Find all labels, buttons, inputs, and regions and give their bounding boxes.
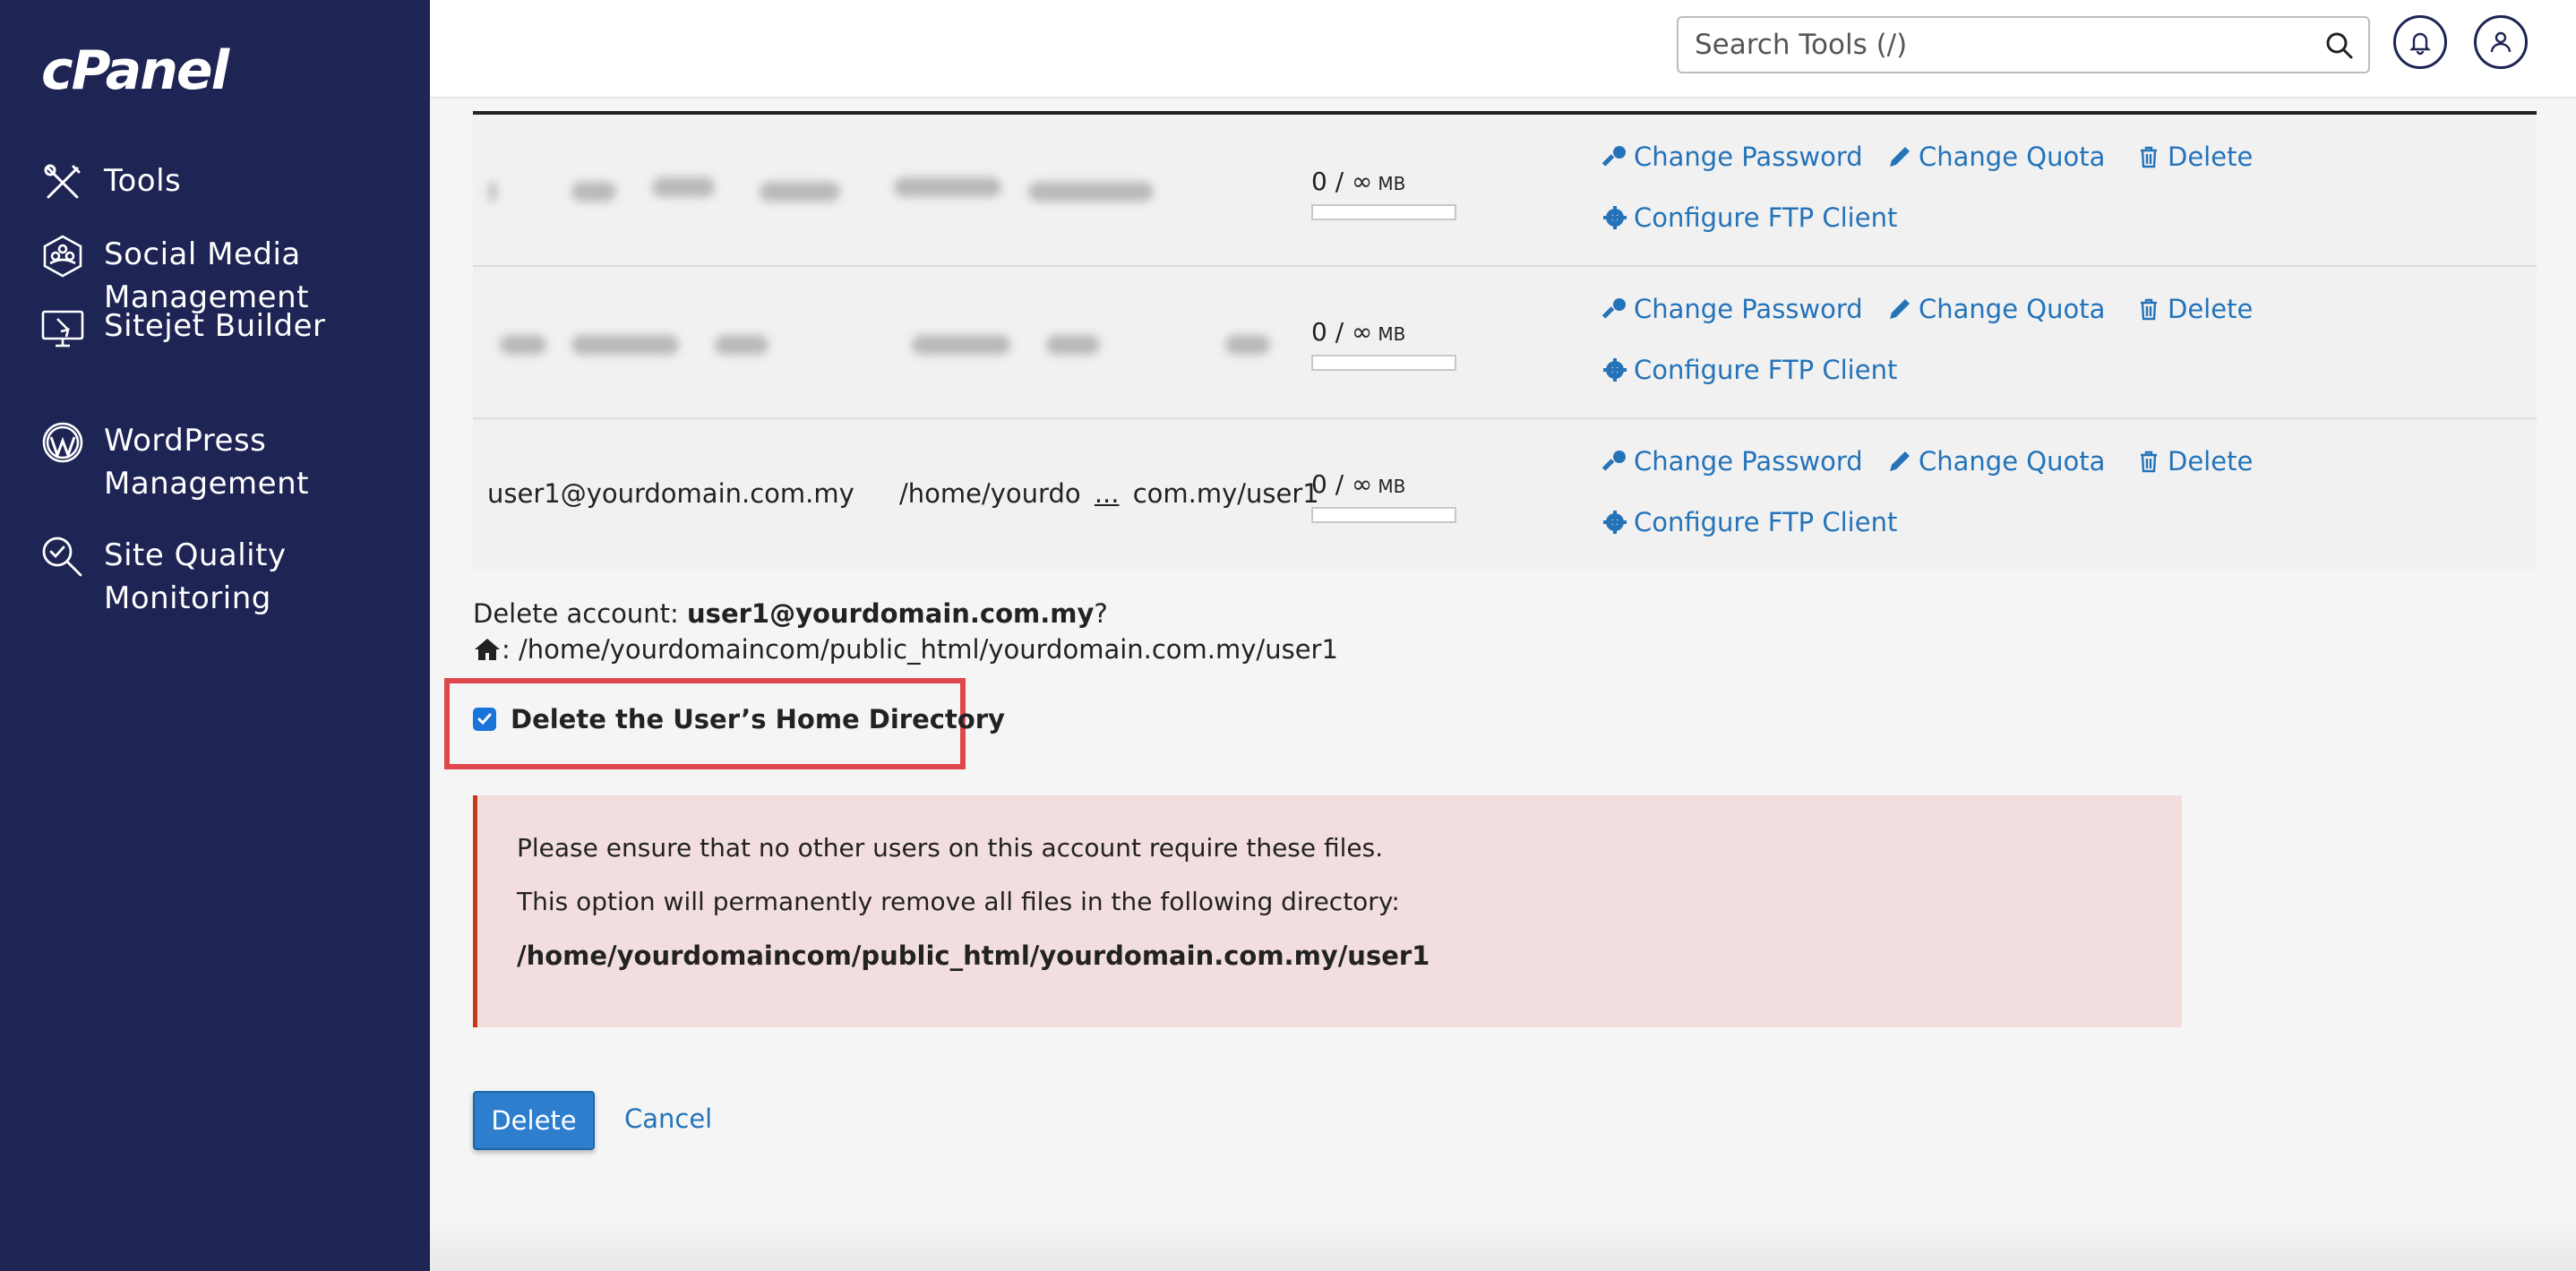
blurred-directory bbox=[894, 177, 1001, 197]
pencil-icon bbox=[1890, 299, 1910, 319]
quota-text: 0 / ∞ MB bbox=[1311, 167, 1406, 196]
alert-line-1: Please ensure that no other users on thi… bbox=[517, 833, 1384, 863]
configure-ftp-link[interactable]: Configure FTP Client bbox=[1601, 202, 1897, 233]
change-password-link[interactable]: Change Password bbox=[1601, 142, 1863, 172]
delete-home-directory-option[interactable]: Delete the User’s Home Directory bbox=[473, 704, 1005, 734]
sidebar-item-tools[interactable]: Tools bbox=[39, 159, 408, 206]
change-quota-link[interactable]: Change Quota bbox=[1886, 142, 2105, 172]
sidebar-item-label: Site Quality Monitoring bbox=[104, 537, 287, 616]
directory-cell: /home/yourdo ... com.my/user1 bbox=[899, 478, 1319, 509]
gear-icon bbox=[1603, 358, 1627, 382]
quota-progress-bar bbox=[1311, 204, 1456, 220]
username-cell: user1@yourdomain.com.my bbox=[487, 478, 854, 509]
search-box[interactable] bbox=[1677, 16, 2370, 73]
sidebar-item-site-quality[interactable]: Site Quality Monitoring bbox=[39, 534, 408, 620]
sidebar-item-sitejet[interactable]: Sitejet Builder bbox=[39, 305, 408, 351]
sidebar-item-label: WordPress Management bbox=[104, 423, 309, 502]
sidebar-item-label: Sitejet Builder bbox=[104, 308, 326, 344]
pencil-icon bbox=[1890, 451, 1910, 471]
delete-account-prompt: Delete account: user1@yourdomain.com.my? bbox=[473, 598, 1108, 629]
configure-ftp-link[interactable]: Configure FTP Client bbox=[1601, 507, 1897, 537]
blurred-username bbox=[500, 335, 546, 355]
quota-progress-bar bbox=[1311, 507, 1456, 523]
bottom-shadow bbox=[430, 1218, 2576, 1271]
warning-alert: Please ensure that no other users on thi… bbox=[473, 795, 2182, 1027]
gear-icon bbox=[1603, 206, 1627, 229]
checkmark-icon bbox=[477, 713, 492, 726]
wordpress-icon bbox=[39, 419, 86, 466]
key-icon bbox=[1601, 146, 1626, 167]
cpanel-logo[interactable]: cPanel bbox=[41, 39, 229, 102]
delete-link[interactable]: Delete bbox=[2135, 294, 2253, 324]
sidebar: cPanel Tools Social Media Management Sit… bbox=[0, 0, 430, 1271]
quota-text: 0 / ∞ MB bbox=[1311, 469, 1406, 499]
sidebar-item-wordpress[interactable]: WordPress Management bbox=[39, 419, 408, 505]
gear-icon bbox=[1603, 511, 1627, 534]
bell-icon bbox=[2409, 32, 2431, 56]
sitejet-icon bbox=[39, 305, 86, 351]
quota-text: 0 / ∞ MB bbox=[1311, 317, 1406, 347]
search-icon[interactable] bbox=[2323, 30, 2356, 62]
alert-line-2: This option will permanently remove all … bbox=[517, 887, 1400, 916]
key-icon bbox=[1601, 451, 1626, 471]
trash-icon bbox=[2141, 146, 2157, 168]
cancel-link[interactable]: Cancel bbox=[624, 1104, 712, 1134]
tools-icon bbox=[39, 159, 86, 206]
home-directory-path: : /home/yourdomaincom/public_html/yourdo… bbox=[473, 634, 1338, 665]
user-icon bbox=[2490, 31, 2512, 53]
checkbox-label[interactable]: Delete the User’s Home Directory bbox=[511, 704, 1005, 734]
account-name: user1@yourdomain.com.my bbox=[687, 598, 1095, 629]
notifications-button[interactable] bbox=[2393, 15, 2447, 69]
top-header bbox=[430, 0, 2576, 99]
table-row: 0 / ∞ MB Change Password Change Quota Del… bbox=[473, 115, 2537, 267]
blurred-username bbox=[489, 182, 496, 202]
user-menu-button[interactable] bbox=[2474, 15, 2528, 69]
change-quota-link[interactable]: Change Quota bbox=[1886, 446, 2105, 477]
search-input[interactable] bbox=[1679, 18, 2297, 72]
blurred-directory bbox=[912, 335, 1010, 355]
social-media-icon bbox=[39, 233, 86, 279]
alert-directory-path: /home/yourdomaincom/public_html/yourdoma… bbox=[517, 940, 1430, 971]
delete-link[interactable]: Delete bbox=[2135, 446, 2253, 477]
table-row: 0 / ∞ MB Change Password Change Quota Del… bbox=[473, 267, 2537, 419]
delete-home-directory-checkbox[interactable] bbox=[473, 708, 496, 731]
change-password-link[interactable]: Change Password bbox=[1601, 446, 1863, 477]
quota-progress-bar bbox=[1311, 355, 1456, 371]
home-icon bbox=[475, 639, 500, 660]
change-password-link[interactable]: Change Password bbox=[1601, 294, 1863, 324]
trash-icon bbox=[2141, 451, 2157, 473]
trash-icon bbox=[2141, 298, 2157, 321]
change-quota-link[interactable]: Change Quota bbox=[1886, 294, 2105, 324]
directory-ellipsis[interactable]: ... bbox=[1095, 478, 1120, 509]
delete-link[interactable]: Delete bbox=[2135, 142, 2253, 172]
site-quality-icon bbox=[39, 534, 86, 580]
key-icon bbox=[1601, 298, 1626, 319]
pencil-icon bbox=[1890, 147, 1910, 167]
sidebar-item-label: Tools bbox=[104, 163, 182, 199]
table-row: user1@yourdomain.com.my /home/yourdo ...… bbox=[473, 419, 2537, 570]
delete-button[interactable]: Delete bbox=[473, 1091, 595, 1150]
configure-ftp-link[interactable]: Configure FTP Client bbox=[1601, 355, 1897, 385]
